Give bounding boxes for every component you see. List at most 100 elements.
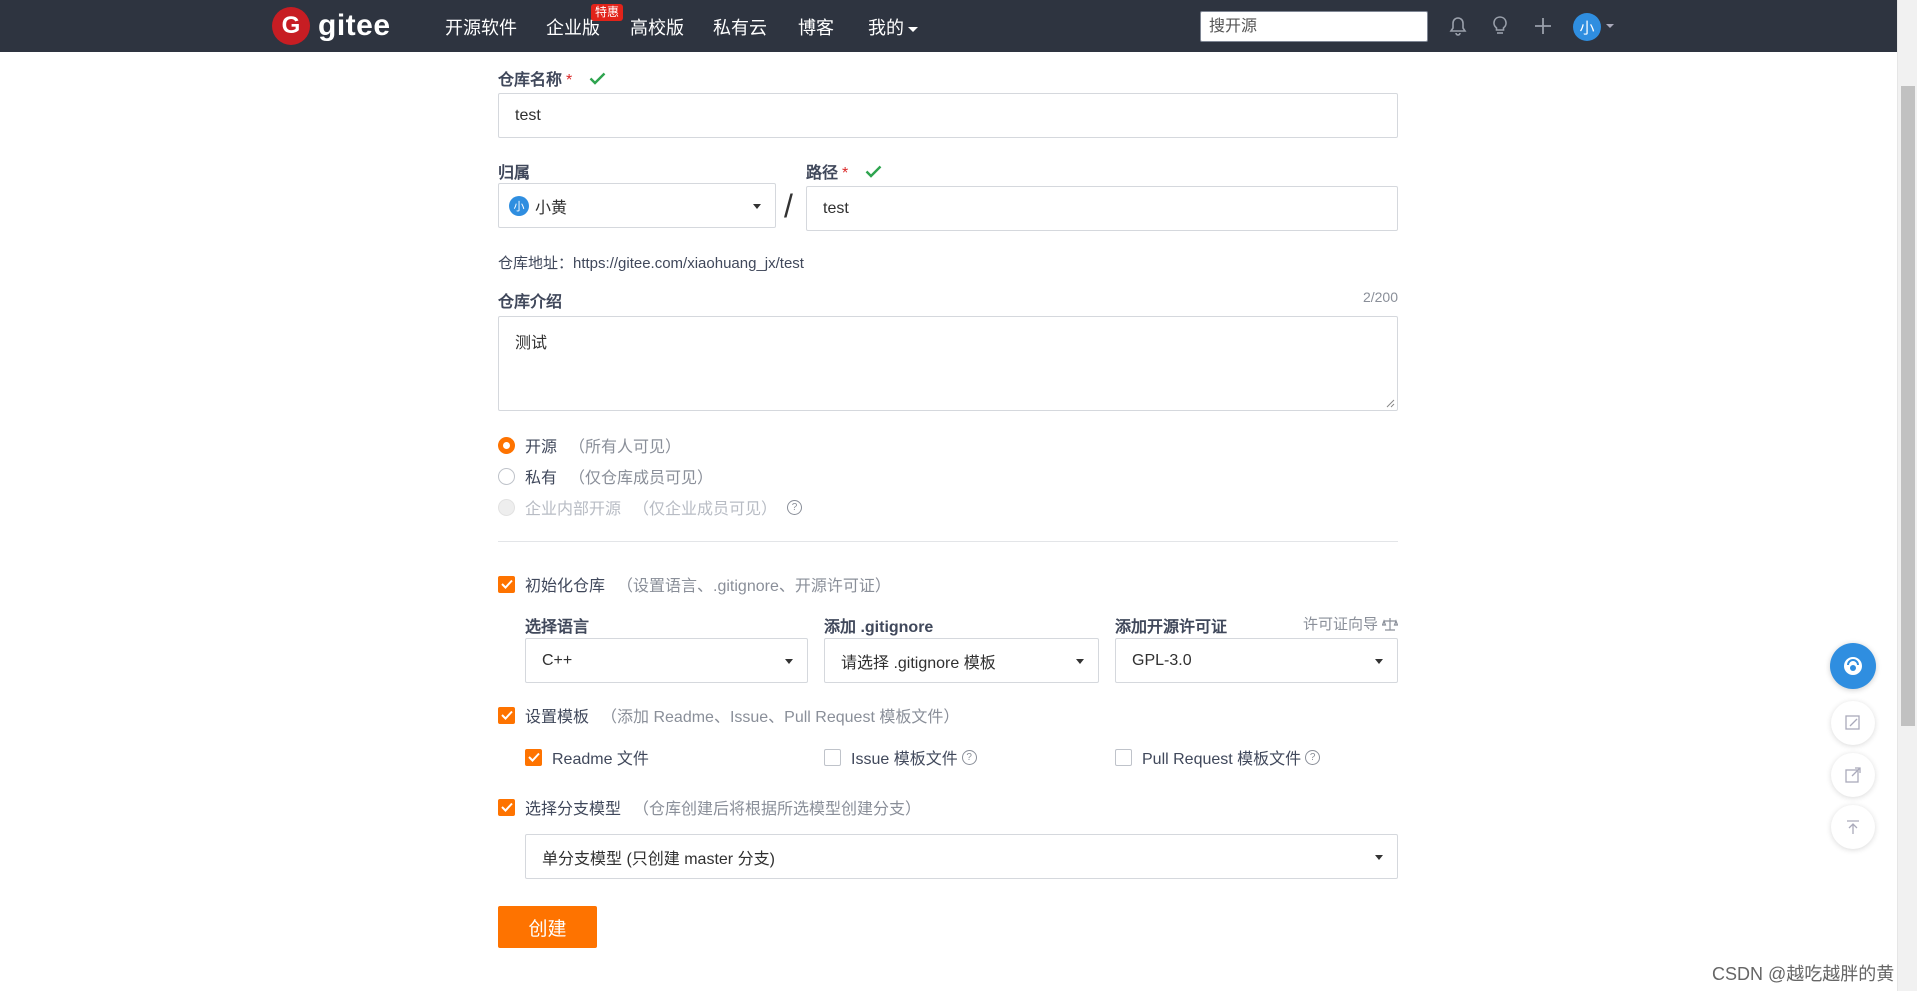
user-avatar[interactable]: 小 — [1573, 13, 1601, 41]
branch-model-hint: （仓库创建后将根据所选模型创建分支） — [633, 801, 922, 818]
init-repo-option[interactable]: 初始化仓库 （设置语言、.gitignore、开源许可证） — [498, 572, 891, 596]
gitignore-label: 添加 .gitignore — [824, 619, 934, 636]
visibility-private-option[interactable]: 私有 （仅仓库成员可见） — [498, 464, 713, 488]
repo-name-input[interactable]: test — [498, 93, 1398, 138]
visibility-internal-hint: （仅企业成员可见） — [633, 501, 778, 518]
nav-blog[interactable]: 博客 — [798, 14, 834, 40]
branch-model-value: 单分支模型 (只创建 master 分支) — [542, 850, 775, 868]
plus-icon[interactable] — [1529, 12, 1557, 40]
scrollbar-thumb[interactable] — [1901, 86, 1915, 726]
readme-option[interactable]: Readme 文件 — [525, 745, 649, 769]
issue-template-checkbox[interactable] — [824, 748, 841, 766]
nav-private-cloud[interactable]: 私有云 — [713, 14, 767, 40]
intro-text: 测试 — [515, 335, 548, 352]
bell-icon[interactable] — [1444, 12, 1472, 40]
license-value: GPL-3.0 — [1132, 651, 1192, 669]
gitee-logo-icon: G — [272, 7, 310, 45]
section-divider — [498, 541, 1398, 542]
check-valid-icon — [865, 165, 882, 183]
intro-textarea[interactable]: 测试 — [498, 316, 1398, 411]
resize-grip-icon[interactable] — [1385, 398, 1395, 408]
nav-open-source[interactable]: 开源软件 — [445, 14, 517, 40]
repo-name-label-text: 仓库名称 — [498, 72, 563, 89]
nav-mine-label: 我的 — [868, 18, 904, 38]
csdn-watermark: CSDN @越吃越胖的黄 — [1712, 964, 1895, 984]
gitee-logo[interactable]: G gitee — [272, 7, 391, 45]
help-icon[interactable]: ? — [1305, 749, 1321, 765]
radio-internal — [498, 498, 515, 516]
gitignore-value: 请选择 .gitignore 模板 — [841, 654, 996, 672]
feedback-icon[interactable] — [1831, 701, 1875, 745]
nav-education[interactable]: 高校版 — [630, 14, 684, 40]
readme-label: Readme 文件 — [552, 751, 649, 768]
branch-model-label: 选择分支模型 — [525, 801, 622, 818]
path-label: 路径 * — [806, 159, 882, 183]
init-repo-label: 初始化仓库 — [525, 578, 606, 595]
required-mark: * — [566, 72, 573, 89]
visibility-internal-label: 企业内部开源 — [525, 501, 622, 518]
back-to-top-icon[interactable] — [1831, 805, 1875, 849]
visibility-public-label: 开源 — [525, 439, 558, 456]
path-input[interactable]: test — [806, 186, 1398, 231]
issue-template-option[interactable]: Issue 模板文件 ? — [824, 745, 977, 769]
path-label-text: 路径 — [806, 165, 839, 182]
owner-avatar: 小 — [509, 195, 529, 216]
assistant-icon[interactable] — [1830, 643, 1876, 689]
license-guide-text: 许可证向导 — [1302, 616, 1378, 633]
visibility-private-label: 私有 — [525, 470, 558, 487]
issue-template-label: Issue 模板文件 — [851, 751, 958, 768]
license-guide-link[interactable]: 许可证向导 — [1303, 613, 1398, 634]
chevron-down-icon — [908, 26, 918, 32]
chevron-down-icon — [785, 659, 793, 664]
radio-private[interactable] — [498, 467, 515, 485]
top-navbar: G gitee 开源软件 企业版 特惠 高校版 私有云 博客 我的 小 — [0, 0, 1897, 52]
intro-label: 仓库介绍 — [498, 294, 563, 311]
pr-template-label: Pull Request 模板文件 — [1142, 751, 1302, 768]
language-value: C++ — [542, 651, 573, 669]
search-input[interactable] — [1200, 11, 1428, 42]
template-label: 设置模板 — [525, 709, 590, 726]
help-icon[interactable]: ? — [787, 499, 803, 515]
chevron-down-icon — [1375, 659, 1383, 664]
intro-char-counter: 2/200 — [1362, 289, 1398, 305]
nav-mine[interactable]: 我的 — [868, 14, 918, 40]
chevron-down-icon — [753, 204, 761, 209]
template-option[interactable]: 设置模板 （添加 Readme、Issue、Pull Request 模板文件） — [498, 703, 959, 727]
template-checkbox[interactable] — [498, 706, 515, 724]
branch-model-select[interactable]: 单分支模型 (只创建 master 分支) — [525, 834, 1398, 879]
gitee-logo-text: gitee — [318, 9, 391, 42]
visibility-internal-option: 企业内部开源 （仅企业成员可见） ? — [498, 495, 803, 519]
gitignore-select[interactable]: 请选择 .gitignore 模板 — [824, 638, 1099, 683]
visibility-public-option[interactable]: 开源 （所有人可见） — [498, 433, 681, 457]
pr-template-checkbox[interactable] — [1115, 748, 1132, 766]
required-mark: * — [842, 165, 849, 182]
readme-checkbox[interactable] — [525, 748, 542, 766]
init-repo-checkbox[interactable] — [498, 575, 515, 593]
avatar-chevron-down-icon[interactable] — [1606, 24, 1614, 28]
visibility-public-hint: （所有人可见） — [569, 439, 682, 456]
owner-select[interactable]: 小 小黄 — [498, 183, 776, 228]
visibility-private-hint: （仅仓库成员可见） — [569, 470, 714, 487]
chevron-down-icon — [1375, 855, 1383, 860]
pr-template-option[interactable]: Pull Request 模板文件 ? — [1115, 745, 1321, 769]
owner-label: 归属 — [498, 165, 531, 182]
create-button[interactable]: 创建 — [498, 906, 597, 948]
path-separator: / — [784, 188, 793, 224]
check-valid-icon — [589, 72, 606, 90]
template-hint: （添加 Readme、Issue、Pull Request 模板文件） — [601, 709, 960, 726]
repo-name-label: 仓库名称 * — [498, 66, 606, 90]
language-label: 选择语言 — [525, 619, 590, 636]
language-select[interactable]: C++ — [525, 638, 808, 683]
share-icon[interactable] — [1831, 753, 1875, 797]
lightbulb-icon[interactable] — [1486, 12, 1514, 40]
license-label: 添加开源许可证 — [1115, 619, 1228, 636]
chevron-down-icon — [1076, 659, 1084, 664]
promo-badge: 特惠 — [591, 4, 624, 21]
branch-model-checkbox[interactable] — [498, 798, 515, 816]
help-icon[interactable]: ? — [961, 749, 977, 765]
owner-value: 小黄 — [535, 199, 568, 217]
branch-model-option[interactable]: 选择分支模型 （仓库创建后将根据所选模型创建分支） — [498, 795, 921, 819]
radio-public[interactable] — [498, 436, 515, 454]
page-scrollbar[interactable] — [1897, 0, 1917, 991]
license-select[interactable]: GPL-3.0 — [1115, 638, 1398, 683]
